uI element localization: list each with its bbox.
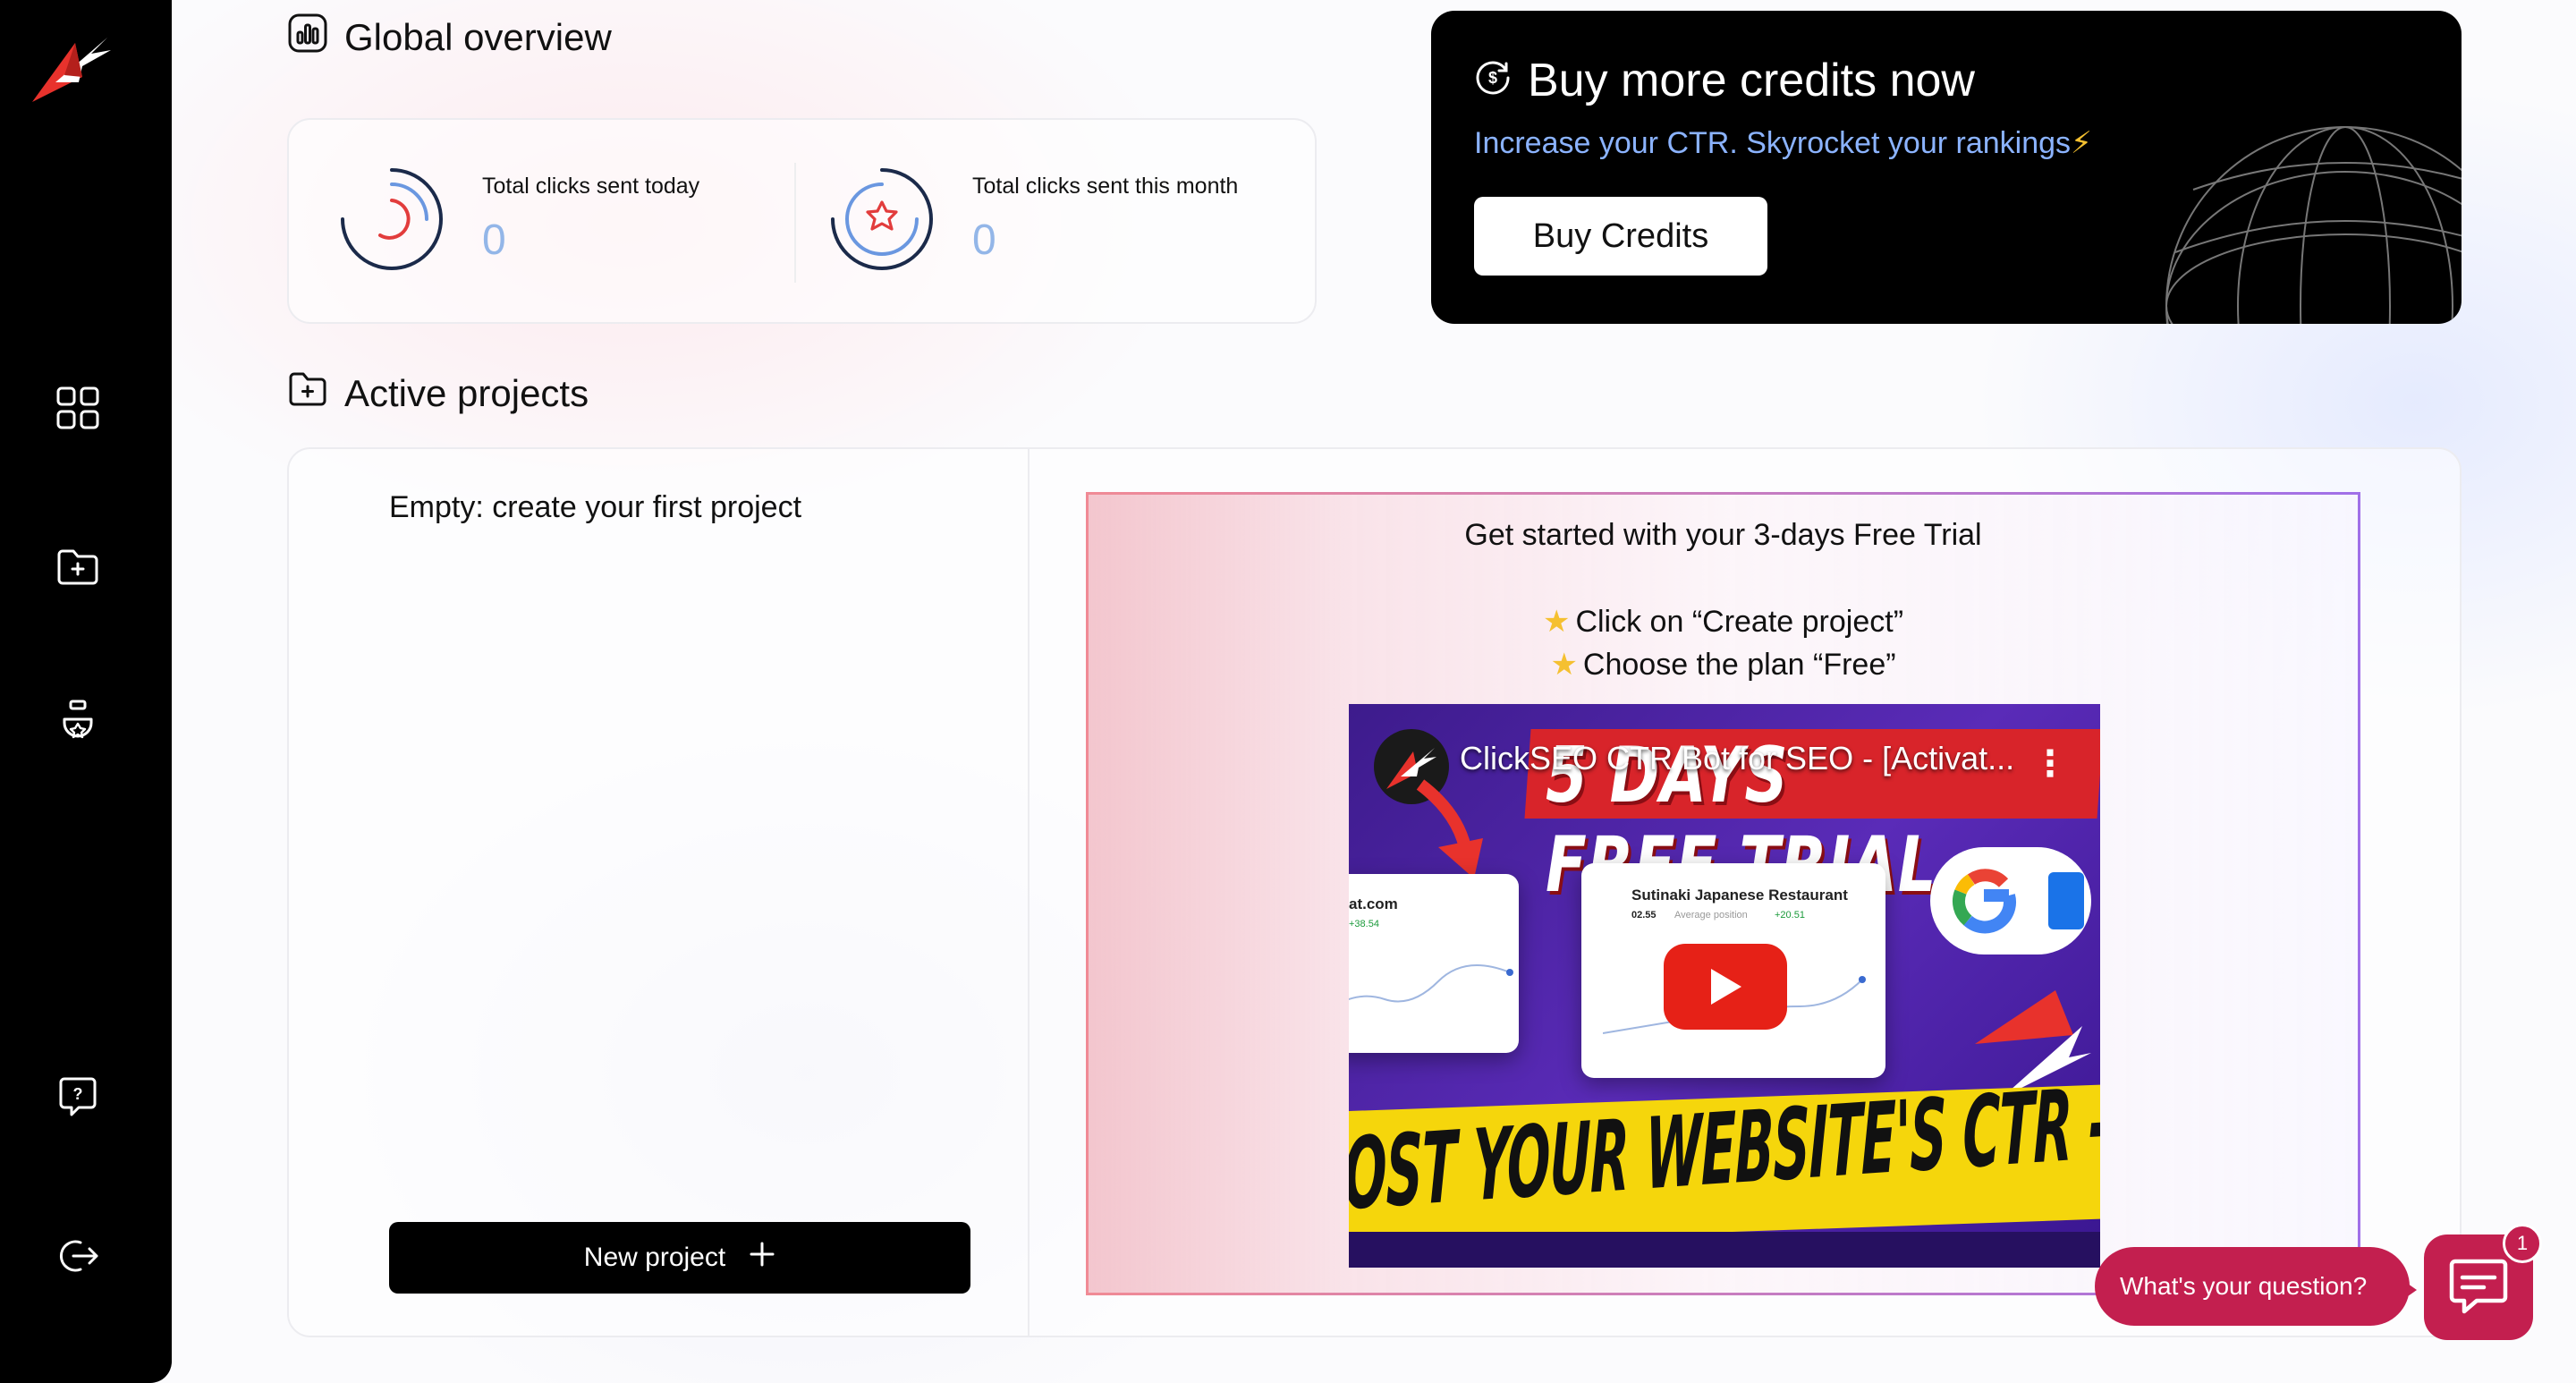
buy-credits-button[interactable]: Buy Credits <box>1474 197 1767 276</box>
help-chat-icon[interactable]: ? <box>54 1073 102 1122</box>
divider <box>794 163 796 283</box>
coin-refresh-icon: $ <box>1474 54 1512 107</box>
chart-bars-icon <box>287 13 328 63</box>
trial-step: ★ Click on “Create project” <box>1542 605 1904 639</box>
red-arrow-icon <box>1416 779 1483 878</box>
svg-text:$: $ <box>1488 69 1497 87</box>
stat-label: Total clicks sent this month <box>972 174 1239 199</box>
empty-projects-text: Empty: create your first project <box>389 490 802 524</box>
tutorial-video[interactable]: 5 DAYS FREE TRIAL ClickSEO CTR Bot for S… <box>1349 704 2100 1268</box>
lightning-icon: ⚡ <box>2071 126 2092 160</box>
section-title: Active projects <box>344 372 589 414</box>
settings-badge-icon[interactable] <box>54 698 102 746</box>
chat-prompt-bubble[interactable]: What's your question? <box>2095 1247 2410 1326</box>
plus-icon <box>749 1241 775 1275</box>
global-overview-heading: Global overview <box>287 13 612 63</box>
notification-badge: 1 <box>2503 1224 2542 1263</box>
star-ring-icon <box>827 165 936 274</box>
stat-clicks-month: Total clicks sent this month 0 <box>827 165 1238 274</box>
video-title[interactable]: ClickSEO CTR Bot for SEO - [Activat... <box>1460 740 2014 777</box>
star-icon: ★ <box>1550 648 1578 682</box>
divider <box>1028 449 1030 1336</box>
stat-value: 0 <box>482 216 506 264</box>
video-bottom-strip <box>1349 1232 2100 1268</box>
stat-clicks-today: Total clicks sent today 0 <box>337 165 699 274</box>
chart-card-left: at.com +38.54 <box>1349 874 1519 1053</box>
buy-credits-card: $ Buy more credits now Increase your CTR… <box>1431 11 2462 324</box>
google-logo-icon <box>1930 847 2091 955</box>
globe-decoration-icon <box>2165 126 2462 324</box>
trial-title: Get started with your 3-days Free Trial <box>1464 518 1982 552</box>
dashboard-grid-icon[interactable] <box>54 384 102 432</box>
star-icon: ★ <box>1542 605 1571 639</box>
overview-card: Total clicks sent today 0 Total clicks s… <box>287 118 1317 324</box>
stat-label: Total clicks sent today <box>482 174 700 199</box>
sidebar: ? <box>0 0 172 1383</box>
new-project-button[interactable]: New project <box>389 1222 970 1294</box>
trial-step: ★ Choose the plan “Free” <box>1550 648 1896 682</box>
play-button-icon[interactable] <box>1664 944 1787 1030</box>
stat-value: 0 <box>972 216 996 264</box>
folder-add-icon <box>287 369 328 419</box>
credits-subtitle: Increase your CTR. Skyrocket your rankin… <box>1474 126 2092 160</box>
active-projects-heading: Active projects <box>287 369 589 419</box>
svg-text:?: ? <box>73 1085 83 1103</box>
folder-add-icon[interactable] <box>54 542 102 590</box>
chat-icon <box>2449 1259 2508 1314</box>
more-vertical-icon[interactable]: ⋮ <box>2032 743 2068 785</box>
chat-bubble-tail <box>2399 1277 2417 1302</box>
page-title: Global overview <box>344 16 612 58</box>
logout-icon[interactable] <box>54 1232 102 1280</box>
clock-ring-icon <box>337 165 446 274</box>
app-logo[interactable] <box>29 30 114 102</box>
free-trial-box: Get started with your 3-days Free Trial … <box>1086 492 2360 1295</box>
projects-card: Empty: create your first project New pro… <box>287 447 2462 1337</box>
credits-title: Buy more credits now <box>1528 55 1975 106</box>
